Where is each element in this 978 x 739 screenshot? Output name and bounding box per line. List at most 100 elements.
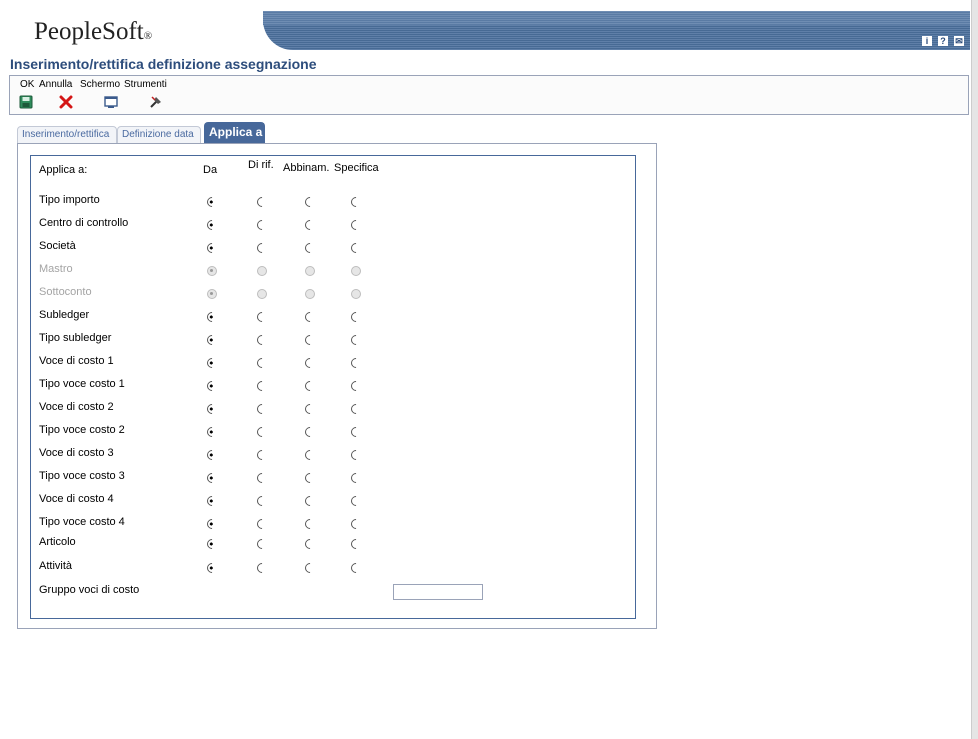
radio-abbinam[interactable] [302, 560, 318, 576]
radio-da[interactable] [204, 493, 220, 509]
radio-da[interactable] [204, 424, 220, 440]
radio-abbinam[interactable] [302, 309, 318, 325]
radio-specifica[interactable] [348, 536, 364, 552]
tab-definizione-data[interactable]: Definizione data [117, 126, 201, 143]
radio-specifica[interactable] [348, 516, 364, 532]
radio-da[interactable] [204, 309, 220, 325]
radio-specifica[interactable] [348, 424, 364, 440]
radio-dirif[interactable] [254, 560, 270, 576]
tab-inserimento-rettifica[interactable]: Inserimento/rettifica [17, 126, 117, 143]
radio-specifica[interactable] [348, 332, 364, 348]
radio-abbinam [305, 289, 315, 299]
row-label: Voce di costo 1 [39, 355, 114, 367]
window-scrollbar[interactable] [971, 0, 978, 739]
radio-da [207, 289, 217, 299]
radio-abbinam[interactable] [302, 378, 318, 394]
save-icon[interactable] [19, 95, 33, 109]
radio-abbinam[interactable] [302, 401, 318, 417]
radio-abbinam[interactable] [302, 240, 318, 256]
logo-text: PeopleSoft [34, 18, 144, 45]
radio-specifica[interactable] [348, 217, 364, 233]
radio-specifica [351, 266, 361, 276]
radio-abbinam[interactable] [302, 424, 318, 440]
cancel-icon[interactable] [59, 95, 73, 109]
radio-dirif[interactable] [254, 424, 270, 440]
radio-da[interactable] [204, 560, 220, 576]
ok-label[interactable]: OK [20, 79, 34, 90]
radio-abbinam[interactable] [302, 493, 318, 509]
row-label: Voce di costo 2 [39, 401, 114, 413]
radio-specifica[interactable] [348, 560, 364, 576]
radio-da[interactable] [204, 332, 220, 348]
radio-da[interactable] [204, 470, 220, 486]
row-label: Articolo [39, 536, 76, 548]
radio-abbinam[interactable] [302, 332, 318, 348]
radio-specifica[interactable] [348, 240, 364, 256]
radio-dirif[interactable] [254, 447, 270, 463]
radio-dirif[interactable] [254, 470, 270, 486]
radio-da[interactable] [204, 240, 220, 256]
radio-abbinam[interactable] [302, 355, 318, 371]
radio-specifica[interactable] [348, 401, 364, 417]
header-abbinam: Abbinam. [283, 162, 330, 174]
radio-abbinam[interactable] [302, 536, 318, 552]
radio-abbinam[interactable] [302, 194, 318, 210]
radio-dirif[interactable] [254, 332, 270, 348]
radio-da[interactable] [204, 401, 220, 417]
logo-trademark: ® [143, 30, 153, 42]
cancel-label[interactable]: Annulla [39, 79, 72, 90]
row-label: Tipo voce costo 2 [39, 424, 125, 436]
radio-dirif[interactable] [254, 536, 270, 552]
radio-dirif[interactable] [254, 493, 270, 509]
radio-dirif[interactable] [254, 194, 270, 210]
radio-da[interactable] [204, 516, 220, 532]
radio-specifica[interactable] [348, 447, 364, 463]
radio-dirif[interactable] [254, 378, 270, 394]
row-label: Voce di costo 4 [39, 493, 114, 505]
row-label: Voce di costo 3 [39, 447, 114, 459]
info-icon[interactable]: i [922, 36, 932, 46]
radio-dirif[interactable] [254, 309, 270, 325]
screen-icon[interactable] [104, 95, 118, 109]
header-applica-a: Applica a: [39, 164, 88, 176]
header-specifica: Specifica [334, 162, 379, 174]
radio-abbinam[interactable] [302, 516, 318, 532]
radio-da[interactable] [204, 536, 220, 552]
radio-dirif [257, 266, 267, 276]
row-label: Tipo voce costo 3 [39, 470, 125, 482]
radio-da[interactable] [204, 194, 220, 210]
peoplesoft-logo: PeopleSoft® [34, 18, 152, 46]
radio-dirif[interactable] [254, 401, 270, 417]
radio-da [207, 266, 217, 276]
radio-dirif [257, 289, 267, 299]
tab-applica-a[interactable]: Applica a [204, 122, 265, 143]
tools-label[interactable]: Strumenti [124, 79, 167, 90]
radio-abbinam[interactable] [302, 447, 318, 463]
radio-dirif[interactable] [254, 355, 270, 371]
row-label: Mastro [39, 263, 73, 275]
radio-abbinam[interactable] [302, 470, 318, 486]
email-icon[interactable]: ✉ [954, 36, 964, 46]
header-icons: i ? ✉ [922, 36, 964, 46]
radio-specifica[interactable] [348, 194, 364, 210]
radio-specifica[interactable] [348, 355, 364, 371]
radio-da[interactable] [204, 378, 220, 394]
screen-label[interactable]: Schermo [80, 79, 120, 90]
radio-da[interactable] [204, 447, 220, 463]
radio-specifica[interactable] [348, 470, 364, 486]
radio-dirif[interactable] [254, 516, 270, 532]
radio-da[interactable] [204, 355, 220, 371]
radio-abbinam[interactable] [302, 217, 318, 233]
apply-to-frame: Applica a: Da Di rif. Abbinam. Specifica… [30, 155, 636, 619]
radio-specifica[interactable] [348, 493, 364, 509]
tools-icon[interactable] [149, 95, 163, 109]
radio-specifica[interactable] [348, 309, 364, 325]
cost-group-input[interactable] [393, 584, 483, 600]
radio-abbinam [305, 266, 315, 276]
radio-dirif[interactable] [254, 217, 270, 233]
radio-da[interactable] [204, 217, 220, 233]
row-label: Società [39, 240, 76, 252]
radio-specifica[interactable] [348, 378, 364, 394]
radio-dirif[interactable] [254, 240, 270, 256]
help-icon[interactable]: ? [938, 36, 948, 46]
